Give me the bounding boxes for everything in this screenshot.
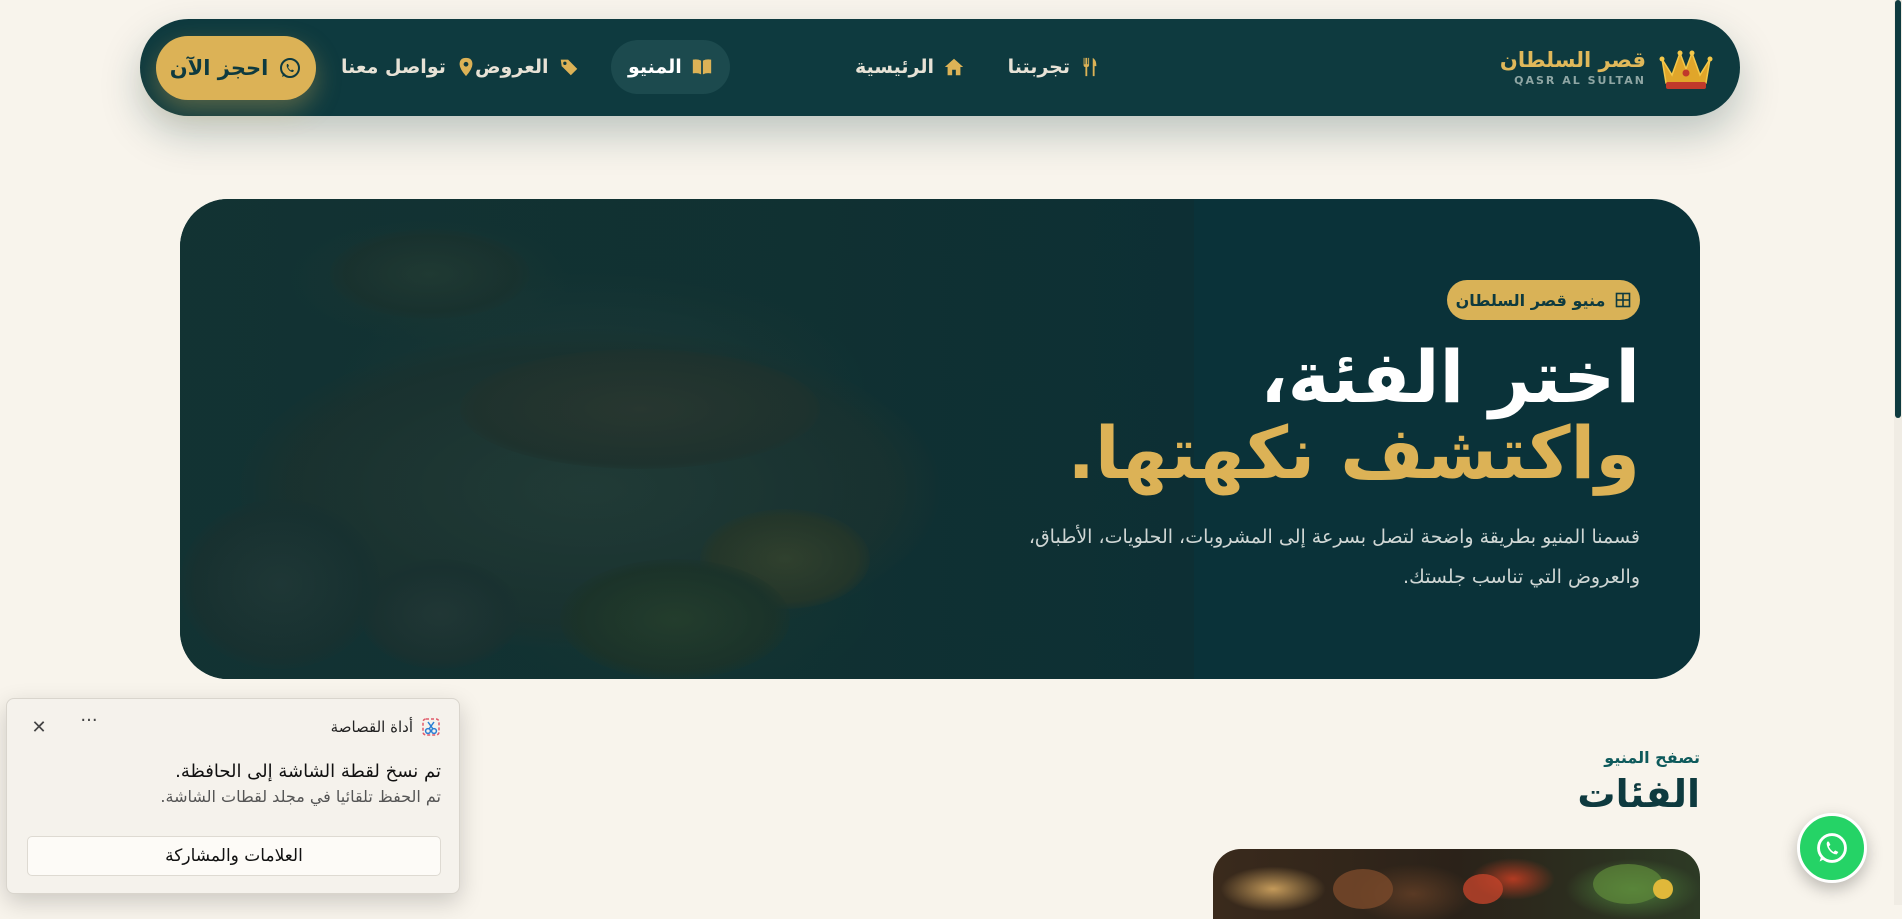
toast-close-icon[interactable]: ✕ [27, 715, 51, 739]
book-now-button[interactable]: احجز الآن [156, 36, 316, 100]
whatsapp-chat-button[interactable] [1797, 813, 1867, 883]
whatsapp-icon [280, 58, 301, 78]
scrollbar-thumb[interactable] [1895, 0, 1901, 418]
category-card[interactable] [1213, 849, 1700, 919]
crown-icon [1659, 50, 1713, 89]
book-open-icon [692, 59, 711, 75]
hero-image-overlay [180, 199, 1194, 679]
hero-badge-label: منيو قصر السلطان [1455, 290, 1606, 310]
hero-title-line1: اختر الفئة، [1260, 335, 1640, 419]
nav-item-experience[interactable]: تجربتنا [991, 40, 1118, 94]
brand-name: قصر السلطان [1499, 47, 1646, 72]
main-navbar: قصر السلطان QASR AL SULTAN الرئيسية تجرب… [140, 19, 1740, 116]
nav-item-menu[interactable]: المنيو [611, 40, 730, 94]
categories-title: الفئات [1577, 772, 1700, 816]
grid-icon [1616, 292, 1631, 308]
nav-label-menu: المنيو [628, 56, 682, 78]
nav-label-contact: تواصل معنا [341, 56, 446, 78]
map-pin-icon [459, 57, 473, 77]
categories-eyebrow: تصفح المنيو [1604, 748, 1700, 767]
toast-subtitle: تم الحفظ تلقائيا في مجلد لقطات الشاشة. [160, 787, 441, 806]
toast-header: أداة القصاصة [331, 717, 441, 737]
nav-label-home: الرئيسية [855, 56, 934, 78]
toast-app-name: أداة القصاصة [330, 718, 413, 736]
hero-badge: منيو قصر السلطان [1447, 280, 1640, 320]
hero-banner: منيو قصر السلطان اختر الفئة، واكتشف نكهت… [180, 199, 1700, 679]
book-now-label: احجز الآن [169, 56, 269, 80]
brand-latin: QASR AL SULTAN [1514, 73, 1646, 87]
utensils-icon [1083, 57, 1097, 77]
nav-label-experience: تجربتنا [1007, 56, 1070, 78]
nav-item-home[interactable]: الرئيسية [838, 40, 982, 94]
scissors-icon [422, 718, 440, 736]
markup-and-share-button[interactable]: العلامات والمشاركة [27, 836, 441, 876]
snipping-tool-notification: أداة القصاصة ··· ✕ تم نسخ لقطة الشاشة إل… [6, 698, 460, 894]
nav-item-contact[interactable]: تواصل معنا [324, 40, 494, 94]
tags-icon [560, 59, 577, 76]
page-scrollbar[interactable] [1894, 0, 1902, 905]
toast-more-icon[interactable]: ··· [75, 712, 103, 737]
home-icon [944, 58, 964, 76]
brand-logo[interactable]: قصر السلطان QASR AL SULTAN [1500, 19, 1714, 116]
hero-title-line2: واكتشف نكهتها. [1067, 411, 1640, 495]
whatsapp-icon [1817, 833, 1847, 863]
toast-title: تم نسخ لقطة الشاشة إلى الحافظة. [175, 761, 441, 782]
hero-description: قسمنا المنيو بطريقة واضحة لتصل بسرعة إلى… [1028, 526, 1640, 588]
